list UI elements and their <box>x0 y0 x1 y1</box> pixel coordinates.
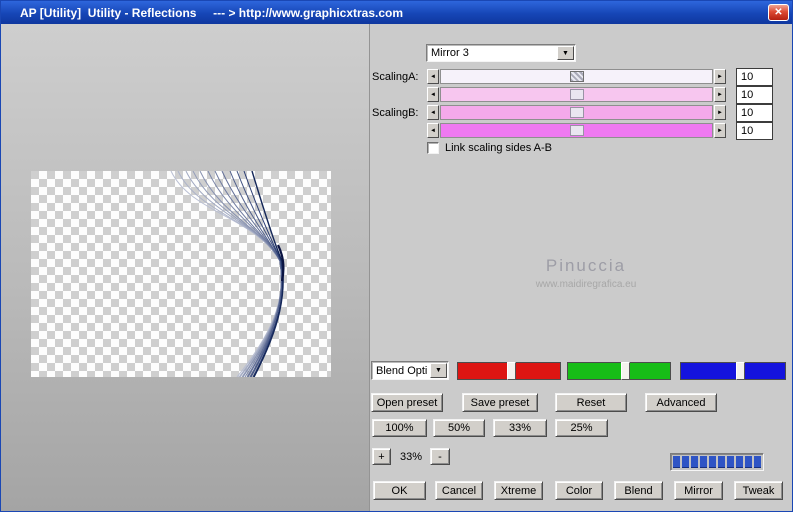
blend-button[interactable]: Blend <box>614 481 663 500</box>
reflection-curves-image <box>170 171 285 377</box>
left-arrow-icon: ◄ <box>430 109 436 116</box>
link-scaling-checkbox[interactable] <box>427 141 439 154</box>
progress-segment <box>709 456 716 468</box>
slider-left-arrow-button[interactable]: ◄ <box>427 69 439 84</box>
progress-segment <box>736 456 743 468</box>
green-slider-thumb[interactable] <box>621 362 631 380</box>
zoom-25-button[interactable]: 25% <box>555 419 608 437</box>
red-slider-thumb[interactable] <box>506 362 516 380</box>
slider-left-arrow-button[interactable]: ◄ <box>427 105 439 120</box>
scaling-a1-slider-thumb[interactable] <box>569 71 584 82</box>
link-scaling-row: Link scaling sides A-B <box>427 141 552 154</box>
slider-left-arrow-button[interactable]: ◄ <box>427 123 439 138</box>
blue-channel-slider[interactable] <box>680 362 786 380</box>
close-button[interactable]: ✕ <box>768 4 789 21</box>
scaling-a2-slider-thumb[interactable] <box>569 89 584 100</box>
controls-panel: Mirror 3 ▼ ScalingA: ScalingB: ◄ ► ◄ ► ◄ <box>369 24 792 511</box>
scaling-b2-slider-row: ◄ ► <box>427 123 727 138</box>
ok-button[interactable]: OK <box>373 481 426 500</box>
scaling-b2-value-input[interactable]: 10 <box>736 122 773 140</box>
slider-right-arrow-button[interactable]: ► <box>714 87 726 102</box>
blend-options-select[interactable]: Blend Opti ▼ <box>371 361 449 380</box>
preview-panel <box>1 24 369 511</box>
watermark-name: Pinuccia <box>545 256 627 275</box>
reset-button[interactable]: Reset <box>555 393 627 412</box>
watermark: Pinuccia www.maidiregrafica.eu <box>491 256 681 290</box>
blend-options-value: Blend Opti <box>376 364 428 377</box>
progress-bar <box>670 453 764 471</box>
zoom-33-button[interactable]: 33% <box>493 419 547 437</box>
scaling-b-label: ScalingB: <box>372 107 419 119</box>
left-arrow-icon: ◄ <box>430 73 436 80</box>
progress-segment <box>727 456 734 468</box>
preview-canvas <box>31 171 331 377</box>
window-title: AP [Utility] Utility - Reflections --- >… <box>20 5 404 20</box>
color-button[interactable]: Color <box>555 481 603 500</box>
tweak-button[interactable]: Tweak <box>734 481 783 500</box>
zoom-out-button[interactable]: - <box>430 448 450 465</box>
scaling-a1-slider-row: ◄ ► <box>427 69 727 84</box>
zoom-100-button[interactable]: 100% <box>372 419 427 437</box>
mirror-select[interactable]: Mirror 3 ▼ <box>426 44 576 62</box>
zoom-level-value: 33% <box>399 450 423 463</box>
zoom-50-button[interactable]: 50% <box>433 419 485 437</box>
left-arrow-icon: ◄ <box>430 127 436 134</box>
slider-left-arrow-button[interactable]: ◄ <box>427 87 439 102</box>
open-preset-button[interactable]: Open preset <box>371 393 443 412</box>
progress-segment <box>754 456 761 468</box>
scaling-a1-value-input[interactable]: 10 <box>736 68 773 86</box>
progress-segment <box>682 456 689 468</box>
scaling-a2-slider-track[interactable] <box>440 87 713 102</box>
cancel-button[interactable]: Cancel <box>435 481 483 500</box>
scaling-b2-slider-track[interactable] <box>440 123 713 138</box>
watermark-site: www.maidiregrafica.eu <box>535 279 637 290</box>
save-preset-button[interactable]: Save preset <box>462 393 538 412</box>
xtreme-button[interactable]: Xtreme <box>494 481 543 500</box>
advanced-button[interactable]: Advanced <box>645 393 717 412</box>
close-icon: ✕ <box>774 7 783 18</box>
mirror-button[interactable]: Mirror <box>674 481 723 500</box>
progress-segment <box>718 456 725 468</box>
slider-right-arrow-button[interactable]: ► <box>714 105 726 120</box>
blue-slider-thumb[interactable] <box>736 362 746 380</box>
right-arrow-icon: ► <box>717 109 723 116</box>
title-bar[interactable]: AP [Utility] Utility - Reflections --- >… <box>1 1 792 24</box>
right-arrow-icon: ► <box>717 91 723 98</box>
scaling-a2-value-input[interactable]: 10 <box>736 86 773 104</box>
progress-segment <box>745 456 752 468</box>
mirror-dropdown-arrow-icon[interactable]: ▼ <box>557 46 574 60</box>
right-arrow-icon: ► <box>717 127 723 134</box>
red-channel-slider[interactable] <box>457 362 561 380</box>
scaling-a-label: ScalingA: <box>372 71 419 83</box>
scaling-b1-value-input[interactable]: 10 <box>736 104 773 122</box>
right-arrow-icon: ► <box>717 73 723 80</box>
scaling-b2-slider-thumb[interactable] <box>569 125 584 136</box>
mirror-select-value: Mirror 3 <box>431 47 469 59</box>
progress-segment <box>700 456 707 468</box>
scaling-a1-slider-track[interactable] <box>440 69 713 84</box>
scaling-a2-slider-row: ◄ ► <box>427 87 727 102</box>
plugin-window: AP [Utility] Utility - Reflections --- >… <box>0 0 793 512</box>
zoom-in-button[interactable]: + <box>372 448 391 465</box>
green-channel-slider[interactable] <box>567 362 671 380</box>
scaling-b1-slider-track[interactable] <box>440 105 713 120</box>
progress-segment <box>673 456 680 468</box>
scaling-b1-slider-thumb[interactable] <box>569 107 584 118</box>
link-scaling-label: Link scaling sides A-B <box>445 141 552 154</box>
slider-right-arrow-button[interactable]: ► <box>714 123 726 138</box>
scaling-b1-slider-row: ◄ ► <box>427 105 727 120</box>
slider-right-arrow-button[interactable]: ► <box>714 69 726 84</box>
blend-dropdown-arrow-icon[interactable]: ▼ <box>430 363 447 378</box>
progress-segment <box>691 456 698 468</box>
left-arrow-icon: ◄ <box>430 91 436 98</box>
